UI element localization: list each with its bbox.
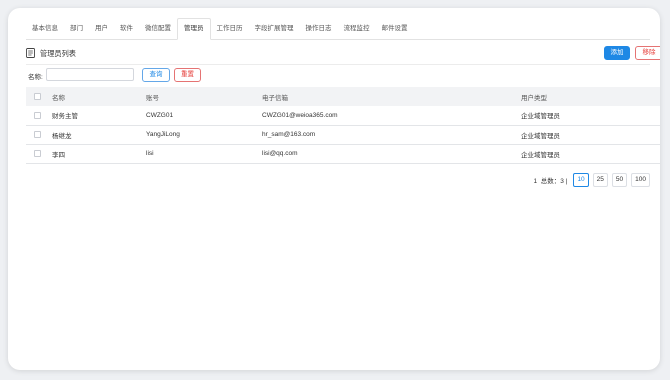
name-search-label-text: 名称 [28, 74, 41, 81]
row-select-cell [26, 144, 52, 163]
cell-user-type: 企业域管理员 [521, 132, 560, 140]
reset-button[interactable]: 重置 [174, 68, 201, 82]
document-list-icon [26, 48, 35, 58]
tab-basic-info[interactable]: 基本信息 [26, 18, 64, 39]
tab-bar: 基本信息 部门 用户 软件 微信配置 管理员 工作日历 字段扩展管理 操作日志 … [26, 18, 650, 40]
name-search-input[interactable] [46, 68, 134, 81]
column-header-email: 电子信箱 [262, 94, 288, 102]
add-button[interactable]: 添加 [604, 46, 630, 60]
cell-name: 杨继龙 [52, 132, 72, 140]
cell-account: YangJiLong [146, 131, 180, 138]
cell-email: hr_sam@163.com [262, 131, 316, 138]
cell-user-type: 企业域管理员 [521, 113, 560, 121]
column-header-user-type: 用户类型 [521, 94, 547, 102]
tab-administrators[interactable]: 管理员 [177, 18, 211, 40]
tab-operation-log[interactable]: 操作日志 [300, 18, 338, 39]
cell-account: lisi [146, 150, 154, 157]
pagination: 1 总数：3 | 10 25 50 100 [534, 172, 650, 188]
page-title: 管理员列表 [40, 49, 76, 58]
table-row[interactable]: 李四 lisi lisi@qq.com 企业域管理员 [26, 144, 660, 163]
cell-email: lisi@qq.com [262, 150, 298, 157]
total-count: 总数：3 [540, 178, 564, 185]
query-button[interactable]: 查询 [142, 68, 170, 82]
remove-button[interactable]: 移除 [635, 46, 660, 60]
page-size-50[interactable]: 50 [611, 173, 628, 187]
admin-table: 名称 账号 电子信箱 用户类型 财务主管 CWZG01 CWZG01@weioa… [26, 87, 660, 164]
table-header-row: 名称 账号 电子信箱 用户类型 [26, 87, 660, 106]
column-header-name: 名称 [52, 94, 65, 102]
row-checkbox[interactable] [34, 149, 41, 157]
select-all-cell [26, 87, 52, 106]
app-window: 基本信息 部门 用户 软件 微信配置 管理员 工作日历 字段扩展管理 操作日志 … [8, 8, 660, 370]
page-size-25[interactable]: 25 [592, 173, 608, 187]
cell-user-type: 企业域管理员 [521, 151, 560, 159]
table-row[interactable]: 杨继龙 YangJiLong hr_sam@163.com 企业域管理员 [26, 125, 660, 144]
table-row[interactable]: 财务主管 CWZG01 CWZG01@weioa365.com 企业域管理员 [26, 106, 660, 125]
select-all-checkbox[interactable] [34, 92, 41, 100]
tab-department[interactable]: 部门 [64, 18, 89, 39]
row-checkbox[interactable] [34, 111, 41, 119]
tab-software[interactable]: 软件 [114, 18, 139, 39]
header-divider [26, 64, 650, 65]
title-row: 管理员列表 [26, 46, 650, 62]
pagination-summary: 1 总数：3 | [534, 175, 568, 185]
tab-work-calendar[interactable]: 工作日历 [211, 18, 249, 39]
page-size-10[interactable]: 10 [573, 173, 589, 187]
tab-field-extension[interactable]: 字段扩展管理 [249, 18, 300, 39]
cell-name: 财务主管 [52, 113, 78, 121]
row-select-cell [26, 125, 52, 144]
row-select-cell [26, 106, 52, 125]
page-size-100[interactable]: 100 [631, 173, 650, 187]
tab-mail-settings[interactable]: 邮件设置 [376, 18, 414, 39]
pagination-separator: | [565, 178, 568, 185]
cell-email: CWZG01@weioa365.com [262, 111, 338, 119]
tab-wechat-config[interactable]: 微信配置 [139, 18, 177, 39]
name-search-label: 名称: [28, 74, 43, 81]
cell-account: CWZG01 [146, 111, 174, 119]
column-header-account: 账号 [146, 94, 159, 102]
tab-process-monitor[interactable]: 流程监控 [338, 18, 376, 39]
row-checkbox[interactable] [34, 130, 41, 138]
cell-name: 李四 [52, 151, 65, 159]
tab-users[interactable]: 用户 [89, 18, 114, 39]
current-page: 1 [533, 178, 538, 185]
